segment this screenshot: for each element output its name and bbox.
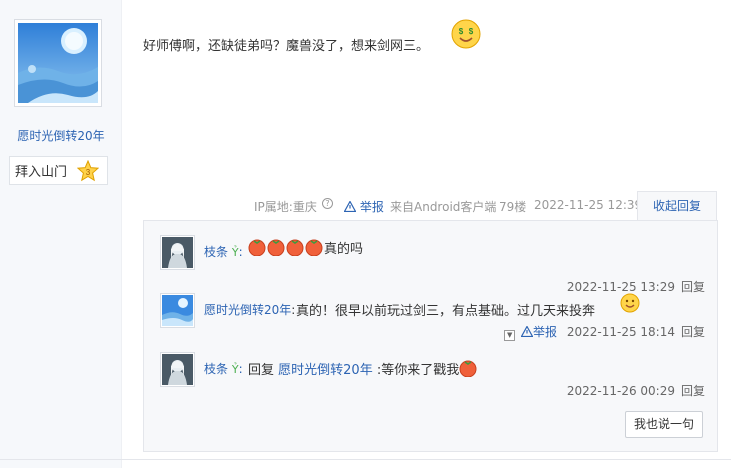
post-content: 好师傅啊，还缺徒弟吗？魔兽没了，想来剑网三。 [143,39,430,54]
report-link[interactable]: 举报 [344,198,384,215]
reply-text: 真的！很早以前玩过剑三，有点基础。过几天来投奔 [296,304,596,319]
landscape-avatar-image [18,23,98,103]
tomato-emoji-icon [305,239,323,256]
star-level-icon: 3 [77,160,99,182]
reply-item: 枝条 Ỷ: 真的吗 2022-11-25 13:29 回复 [160,235,705,294]
svg-text:$: $ [459,27,464,36]
reply-prefix: 回复 [248,363,275,378]
author-sidebar: 愿时光倒转20年 拜入山门 3 [0,0,122,468]
reply-time: 2022-11-25 18:14 [566,325,675,339]
tomato-emoji-icon [286,239,304,256]
reply-content: 真的吗 [248,238,363,257]
post-time: 2022-11-25 12:39 [534,198,643,212]
reply-content: 回复 愿时光倒转20年 :等你来了戳我 [248,359,478,378]
warning-icon [344,201,356,212]
svg-text:$: $ [469,27,474,36]
ip-location: IP属地:重庆 [254,200,317,214]
report-link[interactable]: 举报 [521,325,557,339]
help-icon[interactable]: ? [322,198,333,209]
smile-emoji-icon [620,293,640,313]
reply-box: 枝条 Ỷ: 真的吗 2022-11-25 13:29 回复 愿时光倒转20年: 真… [143,220,718,452]
post-source: 来自Android客户端 [390,200,497,214]
tomato-emoji-icon [267,239,285,256]
reply-button[interactable]: 回复 [681,384,705,398]
add-comment-button[interactable]: 我也说一句 [625,411,703,438]
reply-text: 真的吗 [324,242,364,257]
reply-avatar[interactable] [160,235,195,270]
rank-level: 3 [86,168,91,177]
author-name[interactable]: 愿时光倒转20年 [0,127,122,144]
reply-button[interactable]: 回复 [681,280,705,294]
reply-time: 2022-11-25 13:29 [566,280,675,294]
reply-username[interactable]: 枝条 Ỷ: [204,243,243,260]
reply-username[interactable]: 枝条 Ỷ: [204,360,243,377]
tomato-emoji-icon [459,360,477,377]
reply-avatar[interactable] [160,352,195,387]
anime-character-avatar-image [162,237,193,268]
collapse-replies-button[interactable]: 收起回复 [637,191,717,221]
reply-target-user[interactable]: 愿时光倒转20年 [278,363,373,378]
reply-meta: ▼ 举报 2022-11-25 18:14 回复 [504,323,705,341]
landscape-avatar-image [162,295,193,326]
author-avatar[interactable] [14,19,102,107]
tomato-emoji-icon [248,239,266,256]
rank-badge[interactable]: 拜入山门 3 [9,156,108,185]
sprout-icon: Ỷ [231,363,239,376]
money-eyes-emoji-icon: $ $ [451,19,481,49]
report-label: 举报 [359,200,384,214]
anime-character-avatar-image [162,354,193,385]
dropdown-icon[interactable]: ▼ [504,330,516,341]
floor-number: 79楼 [499,200,527,214]
sprout-icon: Ỷ [231,246,239,259]
warning-icon [521,326,533,337]
reply-text: :等你来了戳我 [376,363,460,378]
rank-label: 拜入山门 [15,165,68,180]
reply-item: 愿时光倒转20年: 真的！很早以前玩过剑三，有点基础。过几天来投奔 ▼ 举报 2… [160,293,705,349]
reply-avatar[interactable] [160,293,195,328]
divider [0,459,731,460]
reply-username[interactable]: 愿时光倒转20年: [204,301,295,318]
reply-item: 枝条 Ỷ: 回复 愿时光倒转20年 :等你来了戳我 2022-11-26 00:… [160,352,705,408]
reply-button[interactable]: 回复 [681,325,705,339]
reply-time: 2022-11-26 00:29 [566,384,675,398]
report-label: 举报 [533,325,558,339]
reply-meta: 2022-11-26 00:29 回复 [567,382,705,399]
